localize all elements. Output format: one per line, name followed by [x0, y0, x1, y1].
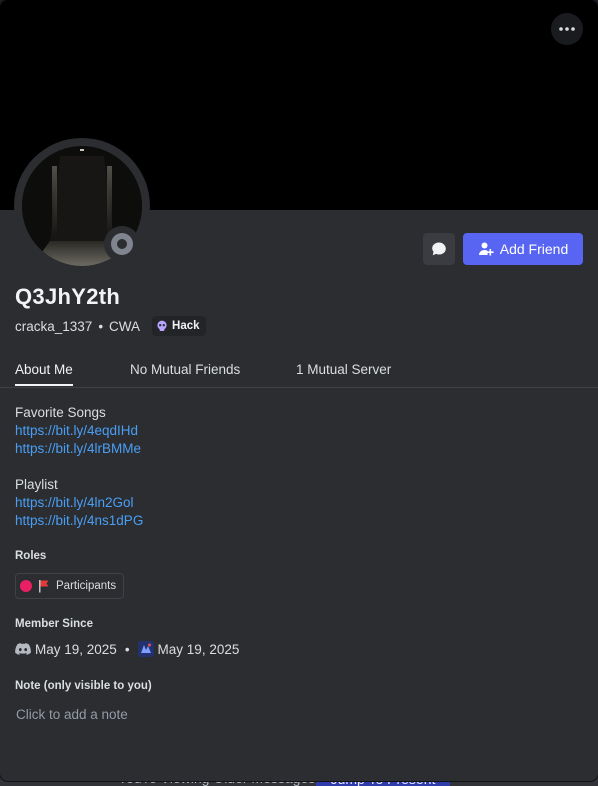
role-pill[interactable]: Participants: [15, 573, 125, 599]
member-since-title: Member Since: [15, 618, 93, 630]
song-link-1[interactable]: https://bit.ly/4eqdIHd: [15, 422, 143, 440]
pronouns: CWA: [109, 318, 141, 334]
add-friend-button[interactable]: Add Friend: [463, 233, 583, 265]
bio-spacer: [15, 458, 143, 476]
bio-heading-favorite-songs: Favorite Songs: [15, 405, 106, 420]
more-options-button[interactable]: [551, 13, 583, 45]
username: cracka_1337: [15, 318, 93, 334]
username-line: cracka_1337 • CWA Hack: [15, 316, 206, 336]
playlist-link-2[interactable]: https://bit.ly/4ns1dPG: [15, 512, 143, 530]
add-friend-label: Add Friend: [499, 241, 569, 257]
note-title: Note (only visible to you): [15, 680, 152, 692]
clan-tag-label: Hack: [172, 320, 200, 332]
playlist-link-1[interactable]: https://bit.ly/4ln2Gol: [15, 494, 143, 512]
status-indicator: [104, 226, 140, 262]
add-friend-icon: [478, 242, 494, 256]
role-color-dot: [20, 580, 32, 592]
member-since-row: May 19, 2025 • May 19, 2025: [15, 641, 239, 657]
ellipsis-icon: [559, 27, 575, 31]
separator-dot: •: [98, 318, 104, 334]
server-join-date: May 19, 2025: [157, 641, 240, 657]
discord-logo-icon: [15, 642, 31, 655]
red-flag-icon: [39, 580, 49, 593]
tab-mutual-friends[interactable]: No Mutual Friends: [130, 362, 240, 377]
profile-tabs: About Me No Mutual Friends 1 Mutual Serv…: [0, 360, 598, 388]
display-name: Q3JhY2th: [15, 284, 121, 309]
about-me-bio: Favorite Songs https://bit.ly/4eqdIHd ht…: [15, 404, 143, 530]
discord-join-date: May 19, 2025: [35, 641, 117, 657]
roles-title: Roles: [15, 550, 47, 562]
tab-mutual-servers[interactable]: 1 Mutual Server: [296, 362, 391, 377]
clan-tag[interactable]: Hack: [152, 316, 206, 336]
song-link-2[interactable]: https://bit.ly/4lrBMMe: [15, 440, 143, 458]
offline-status-icon: [111, 233, 133, 255]
server-icon: [137, 641, 154, 657]
chat-bubble-icon: [432, 242, 446, 256]
bio-heading-playlist: Playlist: [15, 477, 58, 492]
note-input[interactable]: [15, 704, 577, 724]
message-button[interactable]: [423, 233, 455, 265]
skull-icon: [157, 320, 167, 331]
profile-card: Add Friend Q3JhY2th cracka_1337 • CWA Ha…: [0, 0, 598, 781]
role-name: Participants: [56, 580, 117, 592]
tab-about-me[interactable]: About Me: [15, 362, 73, 386]
separator-dot: •: [124, 641, 130, 657]
